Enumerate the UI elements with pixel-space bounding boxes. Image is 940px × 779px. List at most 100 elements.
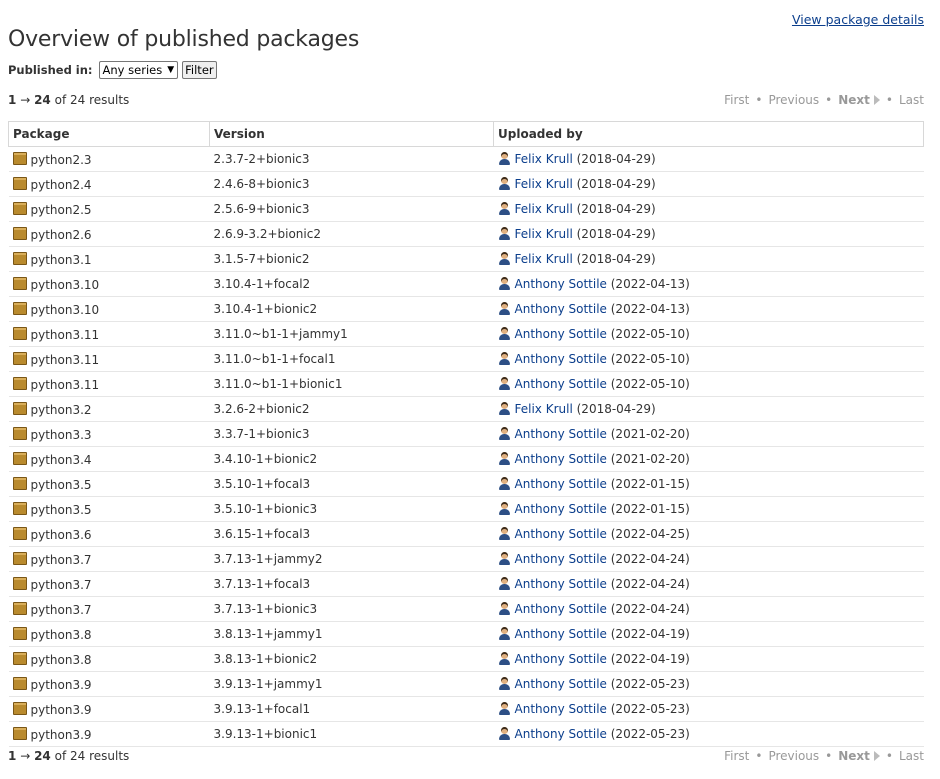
uploader-link[interactable]: Felix Krull	[515, 152, 573, 166]
package-name: python3.1	[30, 252, 92, 267]
version-cell: 3.7.13-1+jammy2	[209, 546, 494, 572]
uploader-link[interactable]: Felix Krull	[515, 177, 573, 191]
package-icon	[12, 576, 27, 590]
package-icon	[12, 526, 27, 540]
results-suffix: of 24 results	[54, 93, 130, 107]
version-text: 2.5.6-9+bionic3	[213, 202, 310, 216]
table-row: python3.9 3.9.13-1+bionic1 Anthony Sottile…	[8, 721, 924, 747]
version-cell: 3.5.10-1+bionic3	[209, 496, 494, 522]
uploader-link[interactable]: Anthony Sottile	[515, 577, 607, 591]
uploader-link[interactable]: Anthony Sottile	[515, 677, 607, 691]
uploader-link[interactable]: Anthony Sottile	[515, 527, 607, 541]
version-text: 3.1.5-7+bionic2	[213, 252, 310, 266]
package-icon	[12, 351, 27, 365]
package-icon	[12, 301, 27, 315]
package-name: python3.6	[30, 527, 92, 542]
upload-date: (2022-04-25)	[610, 527, 690, 541]
package-cell: python2.3	[8, 146, 210, 172]
upload-date: (2018-04-29)	[576, 177, 656, 191]
uploader-link[interactable]: Anthony Sottile	[515, 702, 607, 716]
table-row: python2.4 2.4.6-8+bionic3 Felix Krull (201…	[8, 171, 924, 197]
uploader-cell: Anthony Sottile (2022-04-25)	[493, 521, 924, 547]
package-name: python2.3	[30, 152, 92, 167]
uploader-link[interactable]: Anthony Sottile	[515, 477, 607, 491]
version-cell: 3.3.7-1+bionic3	[209, 421, 494, 447]
version-text: 3.10.4-1+bionic2	[213, 302, 318, 316]
filter-button[interactable]: Filter	[182, 61, 217, 79]
package-icon	[12, 676, 27, 690]
pager: First • Previous • Next • Last	[724, 93, 924, 107]
version-text: 3.7.13-1+jammy2	[213, 552, 323, 566]
table-row: python3.9 3.9.13-1+focal1 Anthony Sottile …	[8, 696, 924, 722]
uploader-link[interactable]: Anthony Sottile	[515, 427, 607, 441]
series-select[interactable]: Any series ▼	[98, 61, 179, 79]
upload-date: (2022-04-19)	[610, 652, 690, 666]
package-cell: python3.11	[8, 321, 210, 347]
table-row: python2.3 2.3.7-2+bionic3 Felix Krull (201…	[8, 146, 924, 172]
uploader-link[interactable]: Anthony Sottile	[515, 327, 607, 341]
person-icon	[498, 727, 511, 740]
uploader-link[interactable]: Anthony Sottile	[515, 552, 607, 566]
upload-date: (2018-04-29)	[576, 252, 656, 266]
version-cell: 3.11.0~b1-1+focal1	[209, 346, 494, 372]
uploader-link[interactable]: Anthony Sottile	[515, 627, 607, 641]
version-cell: 3.5.10-1+focal3	[209, 471, 494, 497]
upload-date: (2018-04-29)	[576, 402, 656, 416]
range-arrow: →	[20, 93, 31, 107]
upload-date: (2018-04-29)	[576, 227, 656, 241]
package-icon	[12, 701, 27, 715]
uploader-link[interactable]: Anthony Sottile	[515, 302, 607, 316]
uploader-link[interactable]: Felix Krull	[515, 202, 573, 216]
uploader-link[interactable]: Anthony Sottile	[515, 277, 607, 291]
uploader-link[interactable]: Felix Krull	[515, 402, 573, 416]
upload-date: (2022-04-13)	[610, 302, 690, 316]
person-icon	[498, 327, 511, 340]
package-name: python3.10	[30, 277, 100, 292]
version-text: 3.11.0~b1-1+focal1	[213, 352, 336, 366]
table-row: python3.8 3.8.13-1+jammy1 Anthony Sottile …	[8, 621, 924, 647]
table-row: python3.1 3.1.5-7+bionic2 Felix Krull (201…	[8, 246, 924, 272]
upload-date: (2022-04-24)	[610, 602, 690, 616]
version-cell: 3.1.5-7+bionic2	[209, 246, 494, 272]
uploader-cell: Anthony Sottile (2022-05-23)	[493, 721, 924, 747]
table-row: python3.10 3.10.4-1+bionic2 Anthony Sottil…	[8, 296, 924, 322]
range-arrow: →	[20, 749, 31, 763]
version-cell: 3.7.13-1+bionic3	[209, 596, 494, 622]
uploader-link[interactable]: Anthony Sottile	[515, 352, 607, 366]
uploader-link[interactable]: Anthony Sottile	[515, 727, 607, 741]
person-icon	[498, 452, 511, 465]
package-icon	[12, 326, 27, 340]
pager-separator: •	[755, 93, 763, 107]
package-name: python3.3	[30, 427, 92, 442]
version-text: 3.8.13-1+jammy1	[213, 627, 323, 641]
view-package-details-link[interactable]: View package details	[792, 12, 924, 27]
table-row: python3.7 3.7.13-1+jammy2 Anthony Sottile …	[8, 546, 924, 572]
uploader-link[interactable]: Felix Krull	[515, 227, 573, 241]
uploader-link[interactable]: Felix Krull	[515, 252, 573, 266]
uploader-link[interactable]: Anthony Sottile	[515, 377, 607, 391]
range-start: 1	[8, 93, 17, 107]
uploader-link[interactable]: Anthony Sottile	[515, 652, 607, 666]
uploader-link[interactable]: Anthony Sottile	[515, 452, 607, 466]
upload-date: (2018-04-29)	[576, 202, 656, 216]
table-row: python3.5 3.5.10-1+focal3 Anthony Sottile …	[8, 471, 924, 497]
package-name: python3.10	[30, 302, 100, 317]
package-name: python3.5	[30, 502, 92, 517]
pager-separator: •	[885, 93, 893, 107]
version-cell: 3.10.4-1+focal2	[209, 271, 494, 297]
package-icon	[12, 651, 27, 665]
upload-date: (2018-04-29)	[576, 152, 656, 166]
upload-date: (2022-04-24)	[610, 552, 690, 566]
package-cell: python3.5	[8, 496, 210, 522]
version-text: 3.10.4-1+focal2	[213, 277, 311, 291]
version-cell: 3.4.10-1+bionic2	[209, 446, 494, 472]
package-cell: python2.4	[8, 171, 210, 197]
version-text: 3.11.0~b1-1+bionic1	[213, 377, 343, 391]
table-row: python3.4 3.4.10-1+bionic2 Anthony Sottile…	[8, 446, 924, 472]
uploader-link[interactable]: Anthony Sottile	[515, 502, 607, 516]
upload-date: (2022-05-23)	[610, 677, 690, 691]
package-cell: python3.8	[8, 646, 210, 672]
next-arrow-icon	[873, 95, 880, 105]
uploader-link[interactable]: Anthony Sottile	[515, 602, 607, 616]
person-icon	[498, 677, 511, 690]
